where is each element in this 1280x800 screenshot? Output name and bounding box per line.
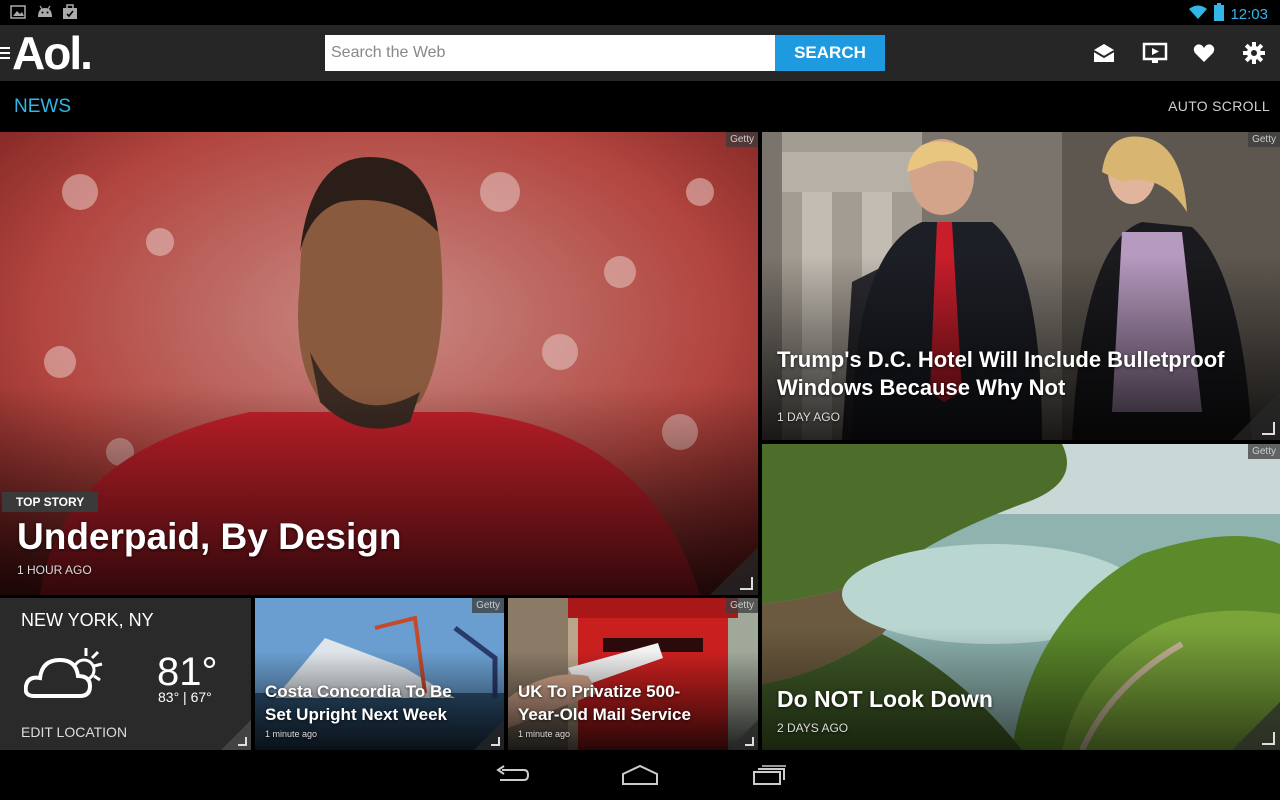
menu-icon[interactable]: [0, 46, 10, 59]
expand-corner-icon: [221, 720, 251, 750]
briefcase-icon: [62, 4, 78, 20]
top-story-age: 1 HOUR AGO: [17, 563, 92, 577]
trump-headline[interactable]: Trump's D.C. Hotel Will Include Bulletpr…: [777, 346, 1225, 402]
wifi-icon: [1188, 4, 1208, 25]
partly-cloudy-icon: [23, 644, 108, 709]
battery-icon: [1214, 3, 1225, 26]
expand-corner-icon: [1232, 392, 1280, 440]
top-story-badge: TOP STORY: [2, 492, 99, 512]
recent-apps-icon[interactable]: [752, 764, 788, 786]
status-bar: 12:03: [0, 0, 1280, 25]
uk-mail-tile[interactable]: Getty UK To Privatize 500- Year-Old Mail…: [508, 598, 758, 750]
home-icon[interactable]: [621, 764, 658, 786]
gallery-icon: [10, 4, 26, 20]
uk-age: 1 minute ago: [518, 729, 571, 739]
search-input[interactable]: [325, 35, 775, 71]
look-down-age: 2 DAYS AGO: [777, 721, 849, 735]
expand-corner-icon: [1232, 702, 1280, 750]
top-story-tile[interactable]: Getty TOP STORY Underpaid, By Design 1 H…: [0, 132, 758, 595]
weather-city: NEW YORK, NY: [21, 610, 154, 630]
gear-icon[interactable]: [1242, 41, 1266, 65]
aol-logo[interactable]: Aol.: [12, 29, 93, 77]
section-title[interactable]: NEWS: [14, 96, 71, 118]
photo-credit: Getty: [1248, 132, 1280, 147]
system-nav-bar: [0, 750, 1280, 800]
heart-icon[interactable]: [1192, 41, 1216, 65]
edit-location-link[interactable]: EDIT LOCATION: [21, 724, 127, 740]
photo-credit: Getty: [726, 132, 758, 147]
costa-headline[interactable]: Costa Concordia To Be Set Upright Next W…: [265, 680, 452, 726]
look-down-tile[interactable]: Getty Do NOT Look Down 2 DAYS AGO: [762, 444, 1280, 750]
high-low-temperature: 83° | 67°: [158, 689, 212, 705]
costa-concordia-tile[interactable]: Getty Costa Concordia To Be Set Upright …: [255, 598, 504, 750]
android-icon: [36, 4, 52, 20]
weather-tile[interactable]: NEW YORK, NY 81° 83° | 67° EDIT LOCATION: [0, 598, 251, 750]
trump-age: 1 DAY AGO: [777, 410, 840, 424]
uk-headline[interactable]: UK To Privatize 500- Year-Old Mail Servi…: [518, 680, 691, 726]
app-bar: Aol. SEARCH: [0, 25, 1280, 81]
costa-age: 1 minute ago: [265, 729, 318, 739]
look-down-headline[interactable]: Do NOT Look Down: [777, 686, 993, 713]
section-bar: NEWS AUTO SCROLL: [0, 81, 1280, 132]
photo-credit: Getty: [1248, 444, 1280, 459]
expand-corner-icon: [474, 720, 504, 750]
clock: 12:03: [1230, 6, 1268, 23]
search-button[interactable]: SEARCH: [775, 35, 885, 71]
photo-credit: Getty: [726, 598, 758, 613]
post-box-photo: [508, 598, 758, 750]
auto-scroll-toggle[interactable]: AUTO SCROLL: [1168, 98, 1270, 114]
expand-corner-icon: [728, 720, 758, 750]
trump-hotel-tile[interactable]: Getty Trump's D.C. Hotel Will Include Bu…: [762, 132, 1280, 440]
top-story-headline[interactable]: Underpaid, By Design: [17, 516, 401, 558]
expand-corner-icon: [710, 547, 758, 595]
photo-credit: Getty: [472, 598, 504, 613]
mail-icon[interactable]: [1092, 41, 1116, 65]
video-icon[interactable]: [1142, 41, 1168, 65]
back-icon[interactable]: [494, 764, 530, 786]
costa-concordia-photo: [255, 598, 504, 750]
